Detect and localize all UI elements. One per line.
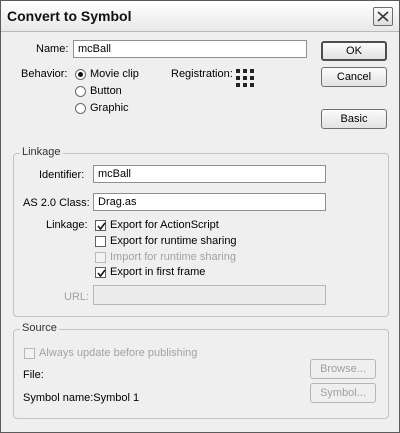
radio-button-label: Button [90,85,122,97]
export-first-frame-label: Export in first frame [110,266,206,278]
close-button[interactable] [373,7,393,26]
as2-class-label: AS 2.0 Class: [23,197,90,209]
checkmark-icon [97,222,106,231]
radio-movie-clip[interactable] [75,69,86,80]
export-actionscript-checkbox[interactable] [95,220,106,231]
url-input[interactable] [93,285,326,305]
behavior-label: Behavior: [21,68,68,80]
linkage-group-label: Linkage [20,146,63,158]
title-bar: Convert to Symbol [1,1,399,32]
radio-graphic-label: Graphic [90,102,129,114]
export-first-frame-checkbox[interactable] [95,267,106,278]
symbol-name-label: Symbol name:Symbol 1 [23,392,140,404]
file-label: File: [23,369,44,381]
import-runtime-checkbox[interactable] [95,252,106,263]
name-input[interactable]: mcBall [73,40,307,58]
url-label: URL: [64,291,90,303]
dialog-title: Convert to Symbol [7,8,132,24]
radio-movie-clip-label: Movie clip [90,68,139,80]
cancel-button[interactable]: Cancel [321,67,387,87]
checkmark-icon [97,269,106,278]
always-update-label: Always update before publishing [39,347,198,359]
close-icon [377,11,389,22]
identifier-label: Identifier: [39,169,85,181]
export-runtime-label: Export for runtime sharing [110,235,237,247]
name-label: Name: [36,43,69,55]
export-actionscript-label: Export for ActionScript [110,219,219,231]
radio-graphic[interactable] [75,103,86,114]
identifier-input[interactable]: mcBall [93,165,326,183]
source-group-label: Source [20,322,59,334]
convert-to-symbol-dialog: Convert to Symbol Name: mcBall Behavior:… [0,0,400,433]
linkage-label: Linkage: [46,219,88,231]
registration-label: Registration: [171,68,233,80]
always-update-checkbox[interactable] [24,348,35,359]
browse-button[interactable]: Browse... [310,359,376,379]
symbol-button[interactable]: Symbol... [310,383,376,403]
ok-button[interactable]: OK [321,41,387,61]
export-runtime-checkbox[interactable] [95,236,106,247]
as2-class-input[interactable]: Drag.as [93,193,326,211]
registration-grid-icon[interactable] [236,69,254,87]
radio-button[interactable] [75,86,86,97]
basic-button[interactable]: Basic [321,109,387,129]
import-runtime-label: Import for runtime sharing [110,251,236,263]
